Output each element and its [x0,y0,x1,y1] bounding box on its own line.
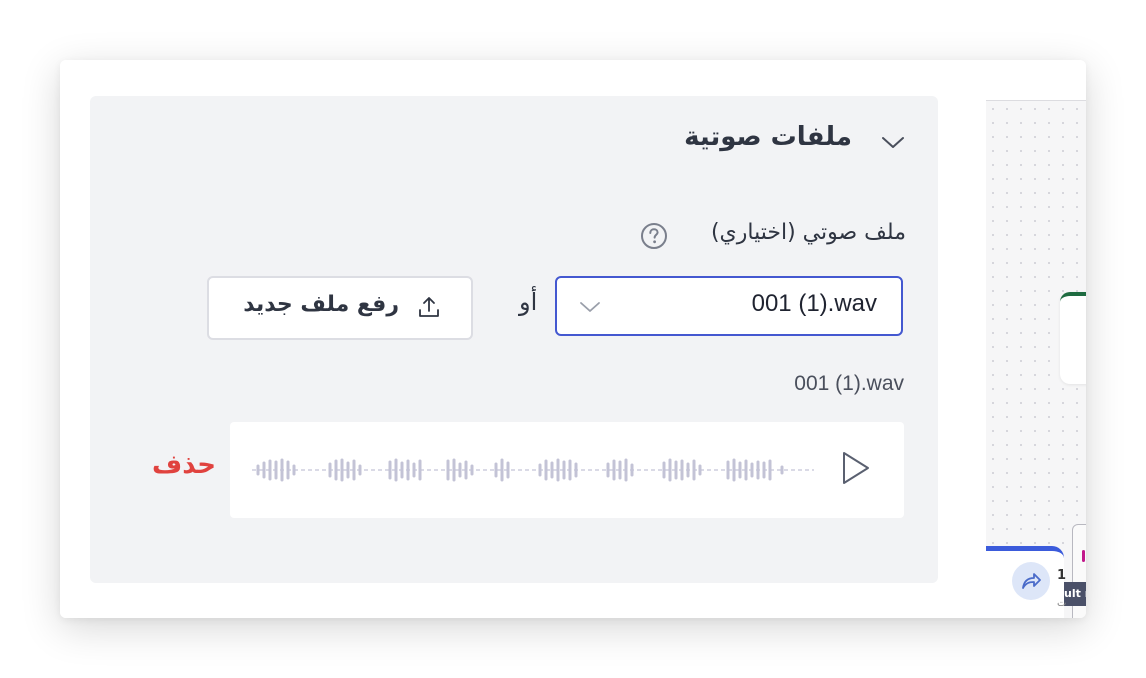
node-marker [1082,550,1085,562]
audio-file-select[interactable]: 001 (1).wav [555,276,903,336]
current-file-name: 001 (1).wav [794,372,904,395]
upload-new-file-button[interactable]: رفع ملف جديد [207,276,473,340]
app-window: ult n 1 ت ملفات صوتية ملف صوتي (اختياري)… [60,60,1086,618]
chevron-down-icon[interactable] [880,134,906,150]
canvas-toolbar [986,60,1086,101]
section-title: ملفات صوتية [684,122,852,152]
waveform-icon [252,458,814,482]
share-button[interactable] [1012,562,1050,600]
canvas-node-card[interactable] [1060,292,1086,384]
node-subtext: ت [1057,598,1067,609]
chevron-down-icon [580,302,600,312]
audio-files-section: ملفات صوتية ملف صوتي (اختياري) 001 (1).w… [90,96,938,583]
node-number: 1 [1057,568,1067,583]
or-separator: أو [519,288,538,316]
delete-file-link[interactable]: حذف [152,450,216,480]
play-icon[interactable] [840,450,872,486]
node-tag: ult n [1064,582,1086,606]
upload-button-label: رفع ملف جديد [243,292,399,317]
selected-file-value: 001 (1).wav [751,290,877,317]
share-icon [1022,573,1041,589]
audio-player [230,422,904,518]
audio-file-label: ملف صوتي (اختياري) [710,220,906,245]
settings-panel: ملفات صوتية ملف صوتي (اختياري) 001 (1).w… [60,60,986,618]
upload-icon [419,297,439,317]
question-circle-icon[interactable] [640,222,668,250]
